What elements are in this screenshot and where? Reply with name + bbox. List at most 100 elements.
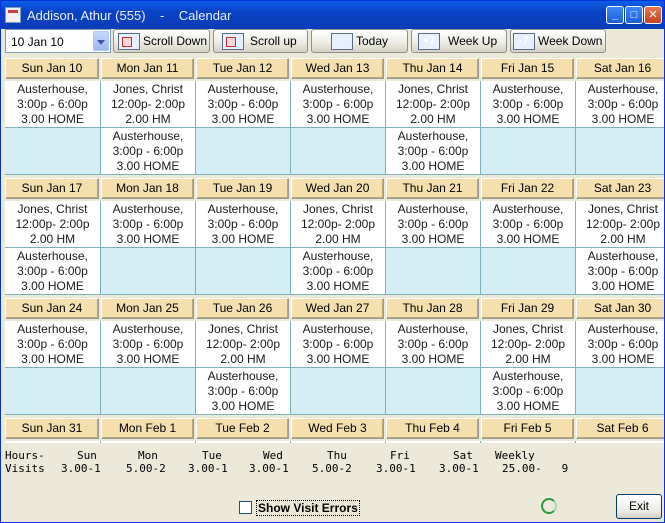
day-header[interactable]: Mon Jan 25 — [101, 298, 194, 319]
day-cell[interactable] — [386, 368, 481, 415]
day-cell[interactable]: Austerhouse, 3:00p - 6:00p 3.00 HOME — [481, 81, 576, 128]
week-down-label: Week Down — [538, 34, 603, 48]
visit-line: 3:00p - 6:00p — [302, 264, 374, 278]
day-cell[interactable]: Austerhouse, 3:00p - 6:00p 3.00 HOME — [5, 81, 101, 128]
day-cell[interactable]: Austerhouse, 3:00p - 6:00p 3.00 HOME — [481, 201, 576, 248]
show-visit-errors-label[interactable]: Show Visit Errors — [256, 500, 360, 516]
day-header[interactable]: Sun Jan 24 — [5, 298, 99, 319]
day-cell[interactable]: Jones, Christ — [386, 441, 481, 443]
day-header[interactable]: Thu Jan 21 — [386, 178, 479, 199]
day-cell[interactable]: Austerhouse, 3:00p - 6:00p 3.00 HOME — [386, 201, 481, 248]
day-header[interactable]: Mon Jan 11 — [101, 58, 194, 79]
day-header[interactable]: Thu Feb 4 — [386, 418, 479, 439]
day-cell[interactable]: Austerhouse, 3:00p - 6:00p 3.00 HOME — [101, 128, 196, 175]
day-header[interactable]: Wed Jan 13 — [291, 58, 384, 79]
day-cell[interactable] — [481, 248, 576, 295]
day-header[interactable]: Fri Jan 29 — [481, 298, 574, 319]
day-header[interactable]: Thu Jan 28 — [386, 298, 479, 319]
day-cell[interactable]: Jones, Christ 12:00p- 2:00p 2.00 HM — [576, 201, 664, 248]
day-header[interactable]: Sat Feb 6 — [576, 418, 664, 439]
day-cell[interactable]: Austerhouse, 3:00p - 6:00p 3.00 HOME — [5, 248, 101, 295]
day-header[interactable]: Fri Jan 22 — [481, 178, 574, 199]
day-header[interactable]: Tue Jan 12 — [196, 58, 289, 79]
day-header[interactable]: Wed Jan 27 — [291, 298, 384, 319]
day-cell[interactable]: Austerhouse, 3:00p - 6:00p 3.00 HOME — [291, 321, 386, 368]
day-cell[interactable]: Austerhouse, 3:00p - 6:00p 3.00 HOME — [196, 201, 291, 248]
day-header[interactable]: Tue Jan 26 — [196, 298, 289, 319]
day-header[interactable]: Sun Jan 10 — [5, 58, 99, 79]
day-cell[interactable]: Jones, Christ 12:00p- 2:00p 2.00 HM — [386, 81, 481, 128]
day-header[interactable]: Sat Jan 23 — [576, 178, 664, 199]
day-cell[interactable]: Austerhouse, 3:00p - 6:00p 3.00 HOME — [576, 81, 664, 128]
day-cell[interactable]: Austerhouse, 3:00p - 6:00p 3.00 HOME — [576, 321, 664, 368]
day-cell[interactable]: Jones, Christ 12:00p- 2:00p 2.00 HM — [101, 81, 196, 128]
day-cell[interactable]: Austerhouse, 3:00p - 6:00p 3.00 HOME — [481, 368, 576, 415]
refresh-icon[interactable] — [541, 498, 557, 514]
visit-line: Austerhouse, — [291, 442, 385, 443]
close-button[interactable]: ✕ — [644, 6, 662, 24]
week-up-button[interactable]: +7 Week Up — [411, 29, 507, 53]
day-cell[interactable]: Austerhouse, 3:00p - 6:00p 3.00 HOME — [196, 81, 291, 128]
minimize-button[interactable]: _ — [606, 6, 624, 24]
day-cell[interactable]: Austerhouse, — [481, 441, 576, 443]
day-cell[interactable] — [576, 128, 664, 175]
day-cell[interactable]: Austerhouse, — [5, 441, 101, 443]
day-cell[interactable]: Austerhouse, 3:00p - 6:00p 3.00 HOME — [5, 321, 101, 368]
day-header[interactable]: Tue Feb 2 — [196, 418, 289, 439]
day-cell[interactable] — [291, 368, 386, 415]
day-cell[interactable] — [386, 248, 481, 295]
day-cell[interactable]: Austerhouse, 3:00p - 6:00p 3.00 HOME — [576, 248, 664, 295]
day-cell[interactable] — [5, 368, 101, 415]
scroll-down-button[interactable]: Scroll Down — [113, 29, 210, 53]
day-cell[interactable]: Austerhouse, — [576, 441, 664, 443]
day-header[interactable]: Sun Jan 31 — [5, 418, 99, 439]
day-cell[interactable]: Austerhouse, 3:00p - 6:00p 3.00 HOME — [101, 201, 196, 248]
day-cell[interactable]: Austerhouse, 3:00p - 6:00p 3.00 HOME — [291, 81, 386, 128]
day-cell[interactable]: Austerhouse, 3:00p - 6:00p 3.00 HOME — [101, 321, 196, 368]
day-cell[interactable]: Austerhouse, 3:00p - 6:00p 3.00 HOME — [196, 368, 291, 415]
visit-line: 3:00p - 6:00p — [397, 217, 469, 231]
day-cell[interactable] — [196, 248, 291, 295]
app-icon — [5, 7, 21, 23]
day-cell[interactable] — [576, 368, 664, 415]
day-cell[interactable] — [481, 128, 576, 175]
today-button[interactable]: Today — [311, 29, 408, 53]
day-cell[interactable]: Jones, Christ 12:00p- 2:00p 2.00 HM — [196, 321, 291, 368]
visit-line: 3:00p - 6:00p — [587, 337, 659, 351]
day-cell[interactable]: Austerhouse, 3:00p - 6:00p 3.00 HOME — [291, 248, 386, 295]
day-header[interactable]: Fri Feb 5 — [481, 418, 574, 439]
day-header[interactable]: Wed Feb 3 — [291, 418, 384, 439]
show-visit-errors-checkbox[interactable] — [239, 501, 252, 514]
day-cell[interactable]: Jones, Christ 12:00p- 2:00p 2.00 HM — [291, 201, 386, 248]
day-cell[interactable]: Austerhouse, — [291, 441, 386, 443]
scroll-up-button[interactable]: Scroll up — [213, 29, 308, 53]
visit-line: Jones, Christ — [397, 82, 469, 96]
chevron-down-icon[interactable] — [93, 31, 109, 51]
day-header[interactable]: Wed Jan 20 — [291, 178, 384, 199]
day-cell[interactable] — [291, 128, 386, 175]
exit-button[interactable]: Exit — [616, 494, 662, 519]
day-header[interactable]: Fri Jan 15 — [481, 58, 574, 79]
day-header[interactable]: Mon Feb 1 — [101, 418, 194, 439]
week-down-button[interactable]: -7 Week Down — [510, 29, 606, 53]
maximize-button[interactable]: □ — [625, 6, 643, 24]
day-cell[interactable] — [5, 128, 101, 175]
day-cell[interactable]: Austerhouse, 3:00p - 6:00p 3.00 HOME — [386, 128, 481, 175]
day-cell[interactable]: Jones, Christ 12:00p- 2:00p 2.00 HM — [5, 201, 101, 248]
day-header[interactable]: Sun Jan 17 — [5, 178, 99, 199]
day-cell[interactable]: Austerhouse, — [196, 441, 291, 443]
day-header[interactable]: Tue Jan 19 — [196, 178, 289, 199]
day-cell[interactable] — [101, 368, 196, 415]
day-cell[interactable]: Jones, Christ — [101, 441, 196, 443]
day-header[interactable]: Thu Jan 14 — [386, 58, 479, 79]
day-cell[interactable]: Jones, Christ 12:00p- 2:00p 2.00 HM — [481, 321, 576, 368]
day-cell[interactable] — [101, 248, 196, 295]
day-cell[interactable]: Austerhouse, 3:00p - 6:00p 3.00 HOME — [386, 321, 481, 368]
visit-line: 3.00 HOME — [21, 352, 84, 366]
day-header[interactable]: Sat Jan 30 — [576, 298, 664, 319]
day-header[interactable]: Mon Jan 18 — [101, 178, 194, 199]
day-cell[interactable] — [196, 128, 291, 175]
day-header[interactable]: Sat Jan 16 — [576, 58, 664, 79]
date-select[interactable]: 10 Jan 10 — [5, 29, 111, 53]
title-bar[interactable]: Addison, Athur (555) - Calendar _ □ ✕ — [1, 1, 664, 29]
